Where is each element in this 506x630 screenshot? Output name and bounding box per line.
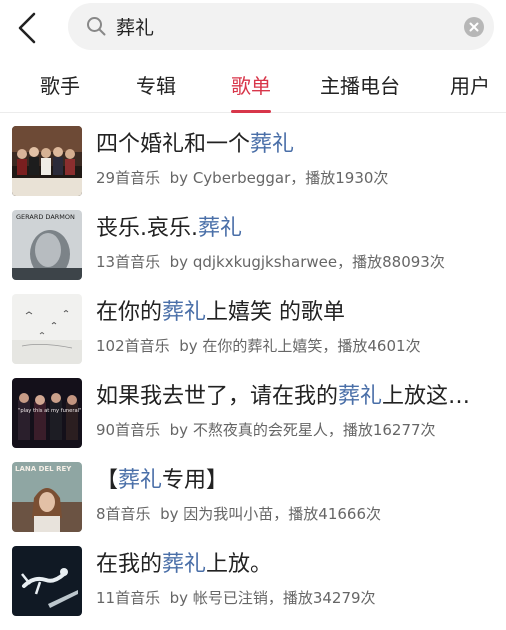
search-bar[interactable] xyxy=(68,3,494,50)
playlist-item[interactable]: LANA DEL REY 【葬礼专用】 8首音乐 by 因为我叫小苗，播放416… xyxy=(0,454,506,538)
tab-users[interactable]: 用户 xyxy=(450,70,490,99)
playlist-title: 在我的葬礼上放。 xyxy=(96,552,273,577)
playlist-cover: GERARD DARMON xyxy=(12,210,82,280)
playlist-title: 如果我去世了，请在我的葬礼上放这… xyxy=(96,384,471,409)
playlist-meta: 90首音乐 by 不熬夜真的会死星人，播放16277次 xyxy=(96,421,436,439)
clear-search-icon[interactable] xyxy=(464,17,484,37)
playlist-item[interactable]: 四个婚礼和一个葬礼 29首音乐 by Cyberbeggar，播放1930次 xyxy=(0,118,506,202)
playlist-cover xyxy=(12,126,82,196)
svg-text:"play this at my funeral": "play this at my funeral" xyxy=(18,408,82,414)
playlist-cover xyxy=(12,294,82,364)
back-button[interactable] xyxy=(12,8,44,48)
playlist-meta: 13首音乐 by qdjkxkugjksharwee，播放88093次 xyxy=(96,253,445,271)
playlist-item[interactable]: 在你的葬礼上嬉笑 的歌单 102首音乐 by 在你的葬礼上嬉笑，播放4601次 xyxy=(0,286,506,370)
playlist-cover: "play this at my funeral" xyxy=(12,378,82,448)
playlist-meta: 11首音乐 by 帐号已注销，播放34279次 xyxy=(96,589,376,607)
playlist-item[interactable]: 在我的葬礼上放。 11首音乐 by 帐号已注销，播放34279次 xyxy=(0,538,506,622)
tab-radio[interactable]: 主播电台 xyxy=(320,70,400,99)
playlist-item[interactable]: "play this at my funeral" 如果我去世了，请在我的葬礼上… xyxy=(0,370,506,454)
playlist-title: 丧乐.哀乐.葬礼 xyxy=(96,216,243,241)
tab-playlists-label: 歌单 xyxy=(231,74,271,98)
playlist-meta: 102首音乐 by 在你的葬礼上嬉笑，播放4601次 xyxy=(96,337,421,355)
playlist-meta: 29首音乐 by Cyberbeggar，播放1930次 xyxy=(96,169,389,187)
tab-playlists[interactable]: 歌单 xyxy=(231,70,271,113)
playlist-title: 在你的葬礼上嬉笑 的歌单 xyxy=(96,300,346,325)
playlist-meta: 8首音乐 by 因为我叫小苗，播放41666次 xyxy=(96,505,382,523)
search-icon xyxy=(86,16,106,36)
playlist-cover xyxy=(12,546,82,616)
playlist-item[interactable]: GERARD DARMON 丧乐.哀乐.葬礼 13首音乐 by qdjkxkug… xyxy=(0,202,506,286)
playlist-title: 【葬礼专用】 xyxy=(96,468,229,493)
tab-singers[interactable]: 歌手 xyxy=(40,70,80,99)
svg-text:LANA DEL REY: LANA DEL REY xyxy=(15,465,72,473)
tab-albums[interactable]: 专辑 xyxy=(136,70,176,99)
chevron-left-icon xyxy=(18,12,36,44)
svg-text:GERARD DARMON: GERARD DARMON xyxy=(16,213,75,221)
top-bar xyxy=(0,0,506,58)
playlist-title: 四个婚礼和一个葬礼 xyxy=(96,132,295,157)
search-category-tabs: 歌手 专辑 歌单 主播电台 用户 xyxy=(0,58,506,113)
search-input[interactable] xyxy=(116,11,436,42)
active-tab-indicator xyxy=(231,110,271,113)
playlist-cover: LANA DEL REY xyxy=(12,462,82,532)
